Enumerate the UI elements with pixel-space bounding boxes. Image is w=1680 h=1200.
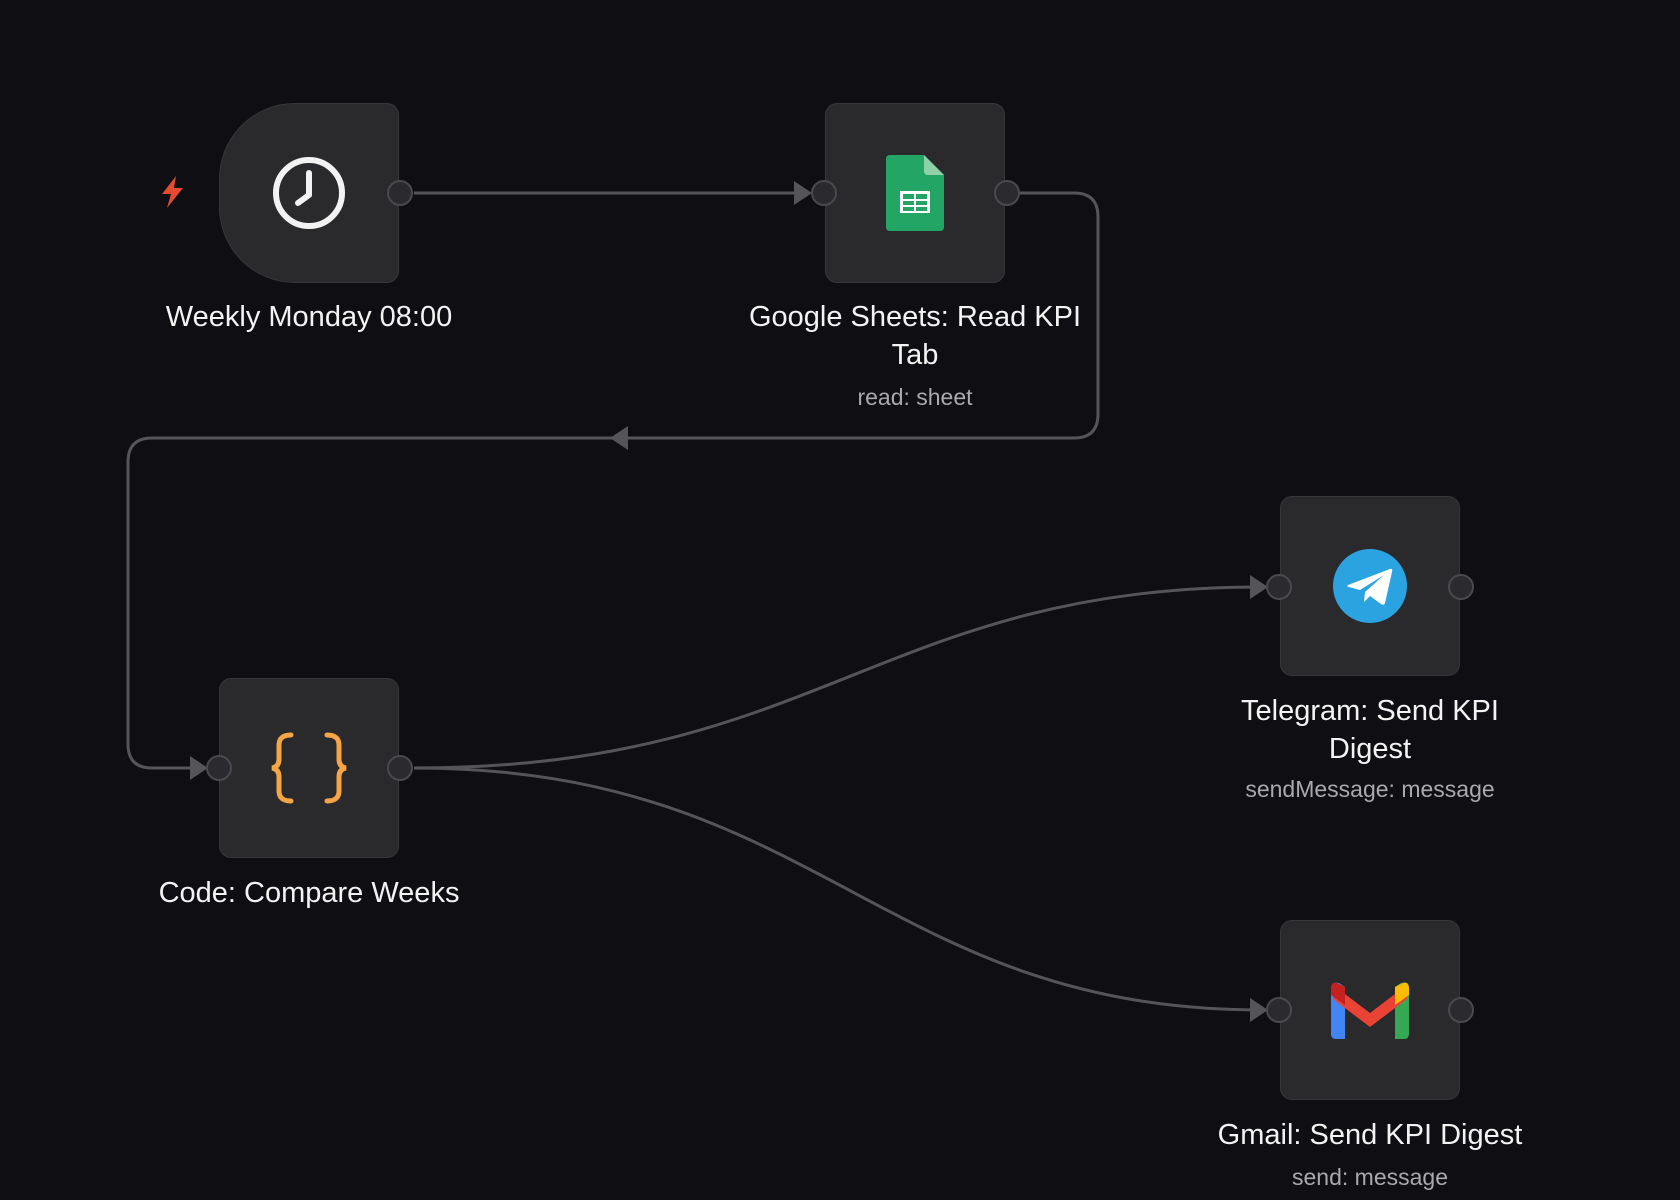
gmail-icon <box>1331 981 1409 1039</box>
connection-code-to-telegram[interactable] <box>413 585 1263 770</box>
node-google-sheets[interactable] <box>825 103 1005 283</box>
output-handle[interactable] <box>994 180 1020 206</box>
node-subtitle-telegram: sendMessage: message <box>1245 776 1495 802</box>
output-handle[interactable] <box>387 755 413 781</box>
node-title-telegram-line1: Telegram: Send KPI <box>1241 695 1499 727</box>
lightning-bolt-icon <box>156 174 188 215</box>
node-title-schedule: Weekly Monday 08:00 <box>165 301 453 333</box>
node-code[interactable] <box>219 678 399 858</box>
input-handle[interactable] <box>1266 574 1292 600</box>
node-title-gmail: Gmail: Send KPI Digest <box>1217 1119 1523 1151</box>
workflow-canvas[interactable]: Weekly Monday 08:00 Google Sheets: Read … <box>0 0 1680 1200</box>
node-schedule-trigger[interactable] <box>219 103 399 283</box>
node-title-telegram-line2: Digest <box>1328 733 1412 765</box>
node-subtitle-gmail: send: message <box>1292 1164 1448 1190</box>
output-handle[interactable] <box>1448 997 1474 1023</box>
output-handle[interactable] <box>1448 574 1474 600</box>
google-sheets-icon <box>886 155 944 231</box>
input-handle[interactable] <box>1266 997 1292 1023</box>
input-handle[interactable] <box>811 180 837 206</box>
connection-arrow-icon <box>610 426 628 450</box>
node-title-google-sheets-line1: Google Sheets: Read KPI <box>748 301 1082 333</box>
node-title-google-sheets-line2: Tab <box>891 339 939 371</box>
node-gmail[interactable] <box>1280 920 1460 1100</box>
node-subtitle-google-sheets: read: sheet <box>857 384 973 410</box>
input-handle[interactable] <box>206 755 232 781</box>
clock-icon <box>271 155 347 231</box>
connection-arrow-icon <box>794 181 812 205</box>
node-telegram[interactable] <box>1280 496 1460 676</box>
connection-code-to-gmail[interactable] <box>413 766 1263 1012</box>
code-braces-icon <box>269 731 349 805</box>
node-title-code: Code: Compare Weeks <box>158 877 460 909</box>
output-handle[interactable] <box>387 180 413 206</box>
telegram-icon <box>1332 548 1408 624</box>
